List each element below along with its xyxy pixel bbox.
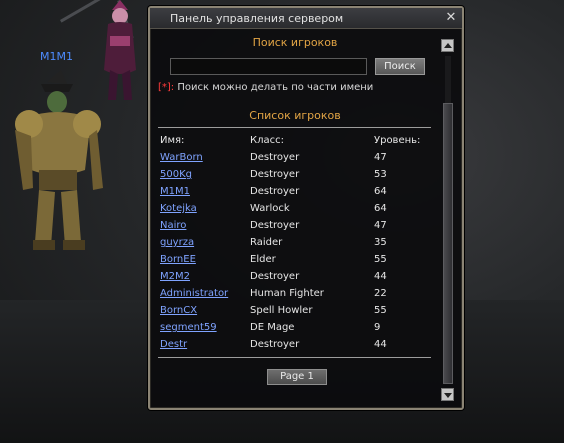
- player-name-link[interactable]: M2M2: [160, 271, 190, 282]
- player-name-link[interactable]: 500Kg: [160, 169, 192, 180]
- search-button[interactable]: Поиск: [375, 58, 425, 75]
- close-icon[interactable]: ✕: [444, 11, 458, 25]
- orc-character[interactable]: [5, 70, 115, 260]
- player-row: M2M2 Destroyer 44: [160, 271, 430, 288]
- server-control-panel-window: Панель управления сервером ✕ Поиск игрок…: [148, 6, 464, 410]
- player-level: 35: [374, 237, 387, 248]
- player-name-link[interactable]: Nairo: [160, 220, 186, 231]
- player-row: Nairo Destroyer 47: [160, 220, 430, 237]
- player-class: Elder: [250, 254, 276, 265]
- scroll-up-button[interactable]: [441, 39, 454, 52]
- player-class: Raider: [250, 237, 283, 248]
- player-row: M1M1 Destroyer 64: [160, 186, 430, 203]
- hint-text: Поиск можно делать по части имени: [174, 82, 374, 93]
- player-row: Administrator Human Fighter 22: [160, 288, 430, 305]
- player-level: 44: [374, 271, 387, 282]
- player-name-link[interactable]: segment59: [160, 322, 217, 333]
- player-class: Destroyer: [250, 339, 300, 350]
- player-level: 47: [374, 220, 387, 231]
- column-header-level: Уровень:: [374, 135, 421, 146]
- player-level: 64: [374, 186, 387, 197]
- player-row: Kotejka Warlock 64: [160, 203, 430, 220]
- scrollbar-thumb[interactable]: [443, 103, 453, 384]
- divider: [158, 357, 431, 358]
- character-nameplate[interactable]: M1M1: [40, 50, 73, 63]
- player-row: WarBorn Destroyer 47: [160, 152, 430, 169]
- player-level: 9: [374, 322, 381, 333]
- player-class: Destroyer: [250, 152, 300, 163]
- player-name-link[interactable]: BornCX: [160, 305, 197, 316]
- player-level: 64: [374, 203, 387, 214]
- player-row: 500Kg Destroyer 53: [160, 169, 430, 186]
- player-level: 44: [374, 339, 387, 350]
- player-name-link[interactable]: guyrza: [160, 237, 194, 248]
- window-titlebar[interactable]: Панель управления сервером ✕: [150, 8, 462, 29]
- player-class: Destroyer: [250, 271, 300, 282]
- player-search-input[interactable]: [170, 58, 367, 75]
- player-level: 47: [374, 152, 387, 163]
- scroll-down-button[interactable]: [441, 388, 454, 401]
- search-hint: [*]: Поиск можно делать по части имени: [158, 82, 373, 93]
- player-name-link[interactable]: Destr: [160, 339, 187, 350]
- player-class: Destroyer: [250, 169, 300, 180]
- player-row: Destr Destroyer 44: [160, 339, 430, 356]
- player-name-link[interactable]: WarBorn: [160, 152, 203, 163]
- player-class: Destroyer: [250, 186, 300, 197]
- player-class: Human Fighter: [250, 288, 324, 299]
- search-section-title: Поиск игроков: [252, 36, 338, 49]
- hint-marker: [*]:: [158, 82, 175, 93]
- player-class: Destroyer: [250, 220, 300, 231]
- player-row: BornCX Spell Howler 55: [160, 305, 430, 322]
- player-name-link[interactable]: M1M1: [160, 186, 190, 197]
- player-class: Spell Howler: [250, 305, 313, 316]
- player-name-link[interactable]: Kotejka: [160, 203, 197, 214]
- window-title: Панель управления сервером: [170, 12, 344, 25]
- column-header-class: Класс:: [250, 135, 284, 146]
- player-level: 55: [374, 305, 387, 316]
- player-name-link[interactable]: BornEE: [160, 254, 196, 265]
- page-button[interactable]: Page 1: [267, 369, 327, 385]
- player-level: 22: [374, 288, 387, 299]
- player-class: Warlock: [250, 203, 290, 214]
- player-class: DE Mage: [250, 322, 295, 333]
- player-level: 53: [374, 169, 387, 180]
- player-row: guyrza Raider 35: [160, 237, 430, 254]
- player-level: 55: [374, 254, 387, 265]
- player-name-link[interactable]: Administrator: [160, 288, 228, 299]
- player-row: BornEE Elder 55: [160, 254, 430, 271]
- player-list-title: Список игроков: [249, 109, 341, 122]
- column-header-name: Имя:: [160, 135, 185, 146]
- player-row: segment59 DE Mage 9: [160, 322, 430, 339]
- divider: [158, 127, 431, 128]
